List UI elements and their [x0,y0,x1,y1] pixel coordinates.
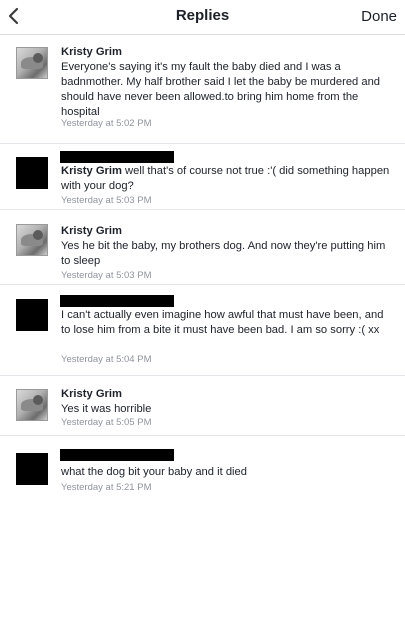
author-name[interactable]: Kristy Grim [61,387,393,402]
reply-timestamp[interactable]: Yesterday at 5:02 PM [61,118,151,129]
reply-content: Kristy Grim Everyone's saying it's my fa… [61,45,393,120]
reply-item: what the dog bit your baby and it died Y… [0,436,405,517]
done-button[interactable]: Done [361,8,397,25]
redaction-bar [60,449,174,461]
avatar[interactable] [16,157,48,189]
avatar[interactable] [16,224,48,256]
author-name[interactable]: Kristy Grim [61,224,393,239]
reply-item: Kristy Grim Everyone's saying it's my fa… [0,35,405,144]
avatar[interactable] [16,47,48,79]
author-name[interactable]: Kristy Grim [61,165,122,177]
reply-text: Yes he bit the baby, my brothers dog. An… [61,240,386,267]
header-bar: Replies Done [0,0,405,35]
avatar[interactable] [16,453,48,485]
reply-text: what the dog bit your baby and it died [61,466,247,478]
avatar[interactable] [16,389,48,421]
reply-text: Everyone's saying it's my fault the baby… [61,61,381,118]
author-name[interactable]: Kristy Grim [61,45,393,60]
page-title: Replies [175,7,230,24]
reply-timestamp[interactable]: Yesterday at 5:21 PM [61,482,151,493]
redaction-bar [60,295,174,307]
reply-text: Yes it was horrible [61,403,152,415]
empty-area [0,516,405,619]
avatar[interactable] [16,299,48,331]
reply-item: I can't actually even imagine how awful … [0,285,405,376]
reply-text: I can't actually even imagine how awful … [61,309,384,336]
reply-item: Kristy Grim well that's of course not tr… [0,144,405,210]
reply-content: Kristy Grim Yes he bit the baby, my brot… [61,224,393,269]
reply-timestamp[interactable]: Yesterday at 5:03 PM [61,270,151,281]
reply-content: what the dog bit your baby and it died [61,465,393,480]
redaction-bar [60,151,174,163]
reply-timestamp[interactable]: Yesterday at 5:04 PM [61,354,151,365]
replies-list: Kristy Grim Everyone's saying it's my fa… [0,35,405,517]
reply-timestamp[interactable]: Yesterday at 5:03 PM [61,195,151,206]
reply-timestamp[interactable]: Yesterday at 5:05 PM [61,417,151,428]
reply-content: Kristy Grim Yes it was horrible [61,387,393,417]
reply-content: I can't actually even imagine how awful … [61,308,393,338]
reply-content: Kristy Grim well that's of course not tr… [61,164,393,194]
reply-item: Kristy Grim Yes he bit the baby, my brot… [0,210,405,285]
reply-item: Kristy Grim Yes it was horrible Yesterda… [0,376,405,436]
